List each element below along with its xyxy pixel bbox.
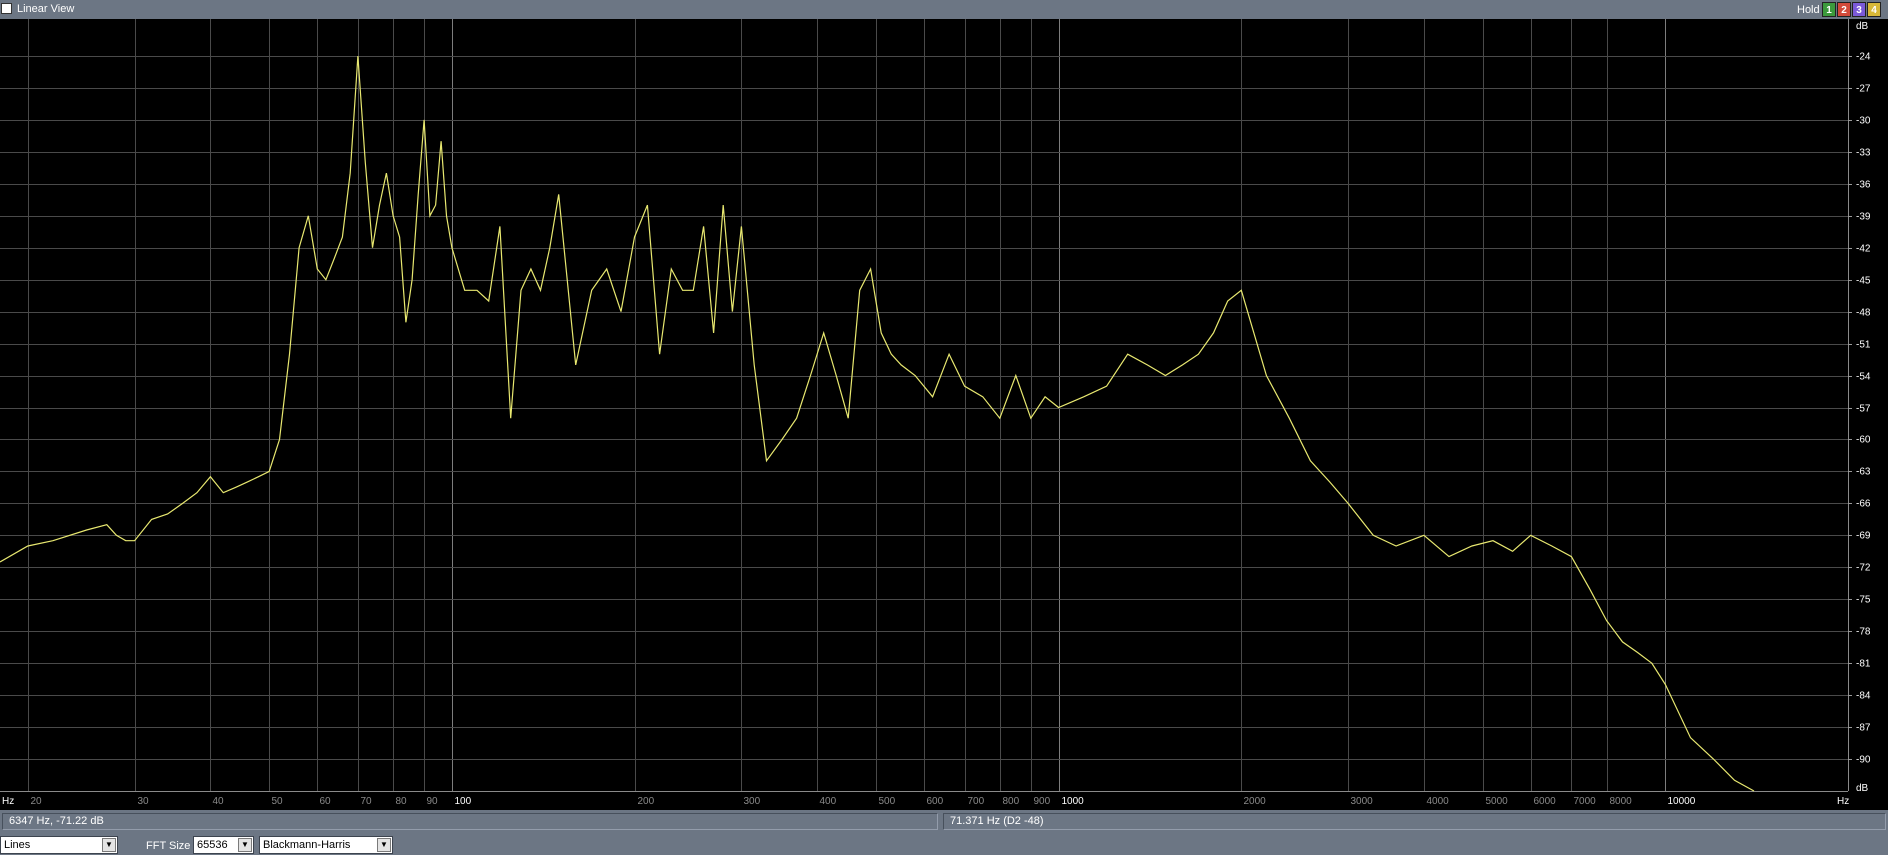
window-function-value: Blackmann-Harris [263,839,351,851]
chevron-down-icon[interactable]: ▼ [238,838,252,852]
x-tick-label: 10000 [1668,796,1696,807]
y-tick-label: -60 [1856,435,1871,446]
y-axis-ticks: -24 -27 -30 -33 -36 -39 -42 -45 -48 -51 -54 -57 -60 -… [1848,52,1871,766]
y-axis-unit-top: dB [1856,21,1869,32]
x-tick-label: 2000 [1244,796,1267,807]
x-tick-label: 3000 [1351,796,1374,807]
grid-lines [0,19,1849,792]
x-tick-label: 70 [361,796,373,807]
x-tick-label: 400 [820,796,837,807]
x-tick-label: 600 [927,796,944,807]
x-tick-label: 20 [31,796,43,807]
x-tick-label: 50 [272,796,284,807]
x-tick-label: 500 [879,796,896,807]
x-tick-label: 5000 [1486,796,1509,807]
display-mode-select[interactable]: Lines ▼ [0,836,118,854]
hold-button-2[interactable]: 2 [1837,2,1851,17]
y-tick-label: -24 [1856,52,1871,63]
peak-readout: 71.371 Hz (D2 -48) [943,813,1886,830]
spectrum-chart: 20 30 40 50 60 70 80 90 100 200 300 400 500 600 700 800… [0,19,1871,807]
x-tick-label: 4000 [1427,796,1450,807]
x-tick-label: 6000 [1534,796,1557,807]
x-tick-label: 700 [968,796,985,807]
y-tick-label: -39 [1856,212,1871,223]
x-tick-label: 300 [744,796,761,807]
y-tick-label: -30 [1856,116,1871,127]
x-tick-label: 8000 [1610,796,1633,807]
y-tick-label: -42 [1856,244,1871,255]
fft-size-value: 65536 [197,839,228,851]
x-tick-label: 90 [427,796,439,807]
x-axis-unit-right: Hz [1837,796,1849,807]
y-tick-label: -84 [1856,691,1871,702]
x-tick-label: 100 [455,796,472,807]
y-tick-label: -78 [1856,627,1871,638]
x-tick-label: 1000 [1062,796,1085,807]
cursor-readout: 6347 Hz, -71.22 dB [2,813,938,830]
y-tick-label: -51 [1856,340,1871,351]
y-tick-label: -33 [1856,148,1871,159]
y-tick-label: -45 [1856,276,1871,287]
y-tick-label: -87 [1856,723,1871,734]
x-tick-label: 40 [213,796,225,807]
x-tick-label: 900 [1034,796,1051,807]
controls-bar: Lines ▼ FFT Size 65536 ▼ Blackmann-Harri… [0,833,1888,855]
display-mode-value: Lines [4,839,31,851]
y-tick-label: -63 [1856,467,1871,478]
y-tick-label: -54 [1856,372,1871,383]
x-tick-label: 80 [396,796,408,807]
chevron-down-icon[interactable]: ▼ [377,838,391,852]
x-axis-ticks: 20 30 40 50 60 70 80 90 100 200 300 400 500 600 700 800… [31,796,1696,807]
x-tick-label: 7000 [1574,796,1597,807]
x-axis-unit-left: Hz [2,796,14,807]
y-tick-label: -69 [1856,531,1871,542]
x-tick-label: 30 [138,796,150,807]
y-tick-label: -90 [1856,755,1871,766]
hold-button-4[interactable]: 4 [1867,2,1881,17]
y-axis-unit-bottom: dB [1856,783,1869,794]
y-tick-label: -36 [1856,180,1871,191]
linear-view-checkbox[interactable] [1,3,12,14]
x-tick-label: 200 [638,796,655,807]
y-tick-label: -27 [1856,84,1871,95]
hold-button-3[interactable]: 3 [1852,2,1866,17]
spectrum-plot[interactable]: 20 30 40 50 60 70 80 90 100 200 300 400 500 600 700 800… [0,19,1888,810]
y-tick-label: -72 [1856,563,1871,574]
y-tick-label: -48 [1856,308,1871,319]
y-tick-label: -57 [1856,404,1871,415]
linear-view-label: Linear View [17,3,75,15]
y-tick-label: -81 [1856,659,1871,670]
fft-size-label: FFT Size [146,840,191,852]
fft-size-select[interactable]: 65536 ▼ [193,836,254,854]
y-tick-label: -75 [1856,595,1871,606]
y-tick-label: -66 [1856,499,1871,510]
status-bar: 6347 Hz, -71.22 dB 71.371 Hz (D2 -48) [0,810,1888,833]
hold-label: Hold [1797,4,1820,16]
window-function-select[interactable]: Blackmann-Harris ▼ [259,836,393,854]
chevron-down-icon[interactable]: ▼ [102,838,116,852]
hold-button-1[interactable]: 1 [1822,2,1836,17]
x-tick-label: 800 [1003,796,1020,807]
x-tick-label: 60 [320,796,332,807]
view-titlebar: Linear View Hold 1 2 3 4 [0,0,1888,19]
